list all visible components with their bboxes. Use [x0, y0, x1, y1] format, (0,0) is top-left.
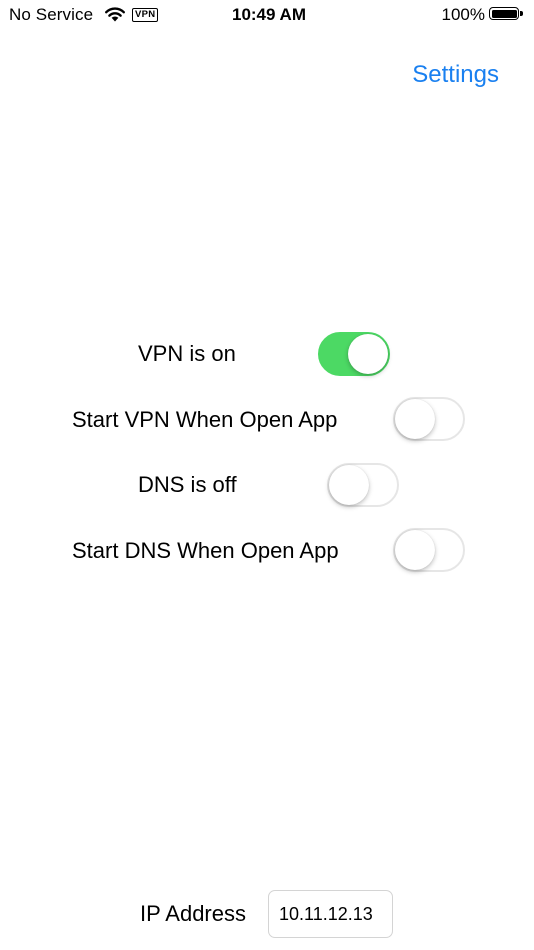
- dns-toggle-knob: [329, 465, 369, 505]
- start-vpn-on-open-toggle-knob: [395, 399, 435, 439]
- start-dns-on-open-toggle[interactable]: [393, 528, 465, 572]
- start-vpn-on-open-label: Start VPN When Open App: [72, 407, 338, 432]
- dns-toggle[interactable]: [327, 463, 399, 507]
- vpn-toggle-knob: [348, 334, 388, 374]
- ip-address-field[interactable]: [268, 890, 393, 938]
- start-vpn-on-open-toggle[interactable]: [393, 397, 465, 441]
- start-dns-on-open-label: Start DNS When Open App: [72, 538, 339, 563]
- vpn-status-label: VPN is on: [138, 341, 236, 366]
- start-dns-on-open-toggle-knob: [395, 530, 435, 570]
- dns-status-label: DNS is off: [138, 472, 237, 497]
- battery-percent: 100%: [441, 5, 485, 24]
- battery-icon: [489, 7, 525, 23]
- ip-address-label: IP Address: [140, 901, 246, 926]
- status-bar: No Service VPN 10:49 AM 100%: [0, 0, 534, 30]
- settings-button[interactable]: Settings: [412, 60, 499, 90]
- vpn-toggle[interactable]: [318, 332, 390, 376]
